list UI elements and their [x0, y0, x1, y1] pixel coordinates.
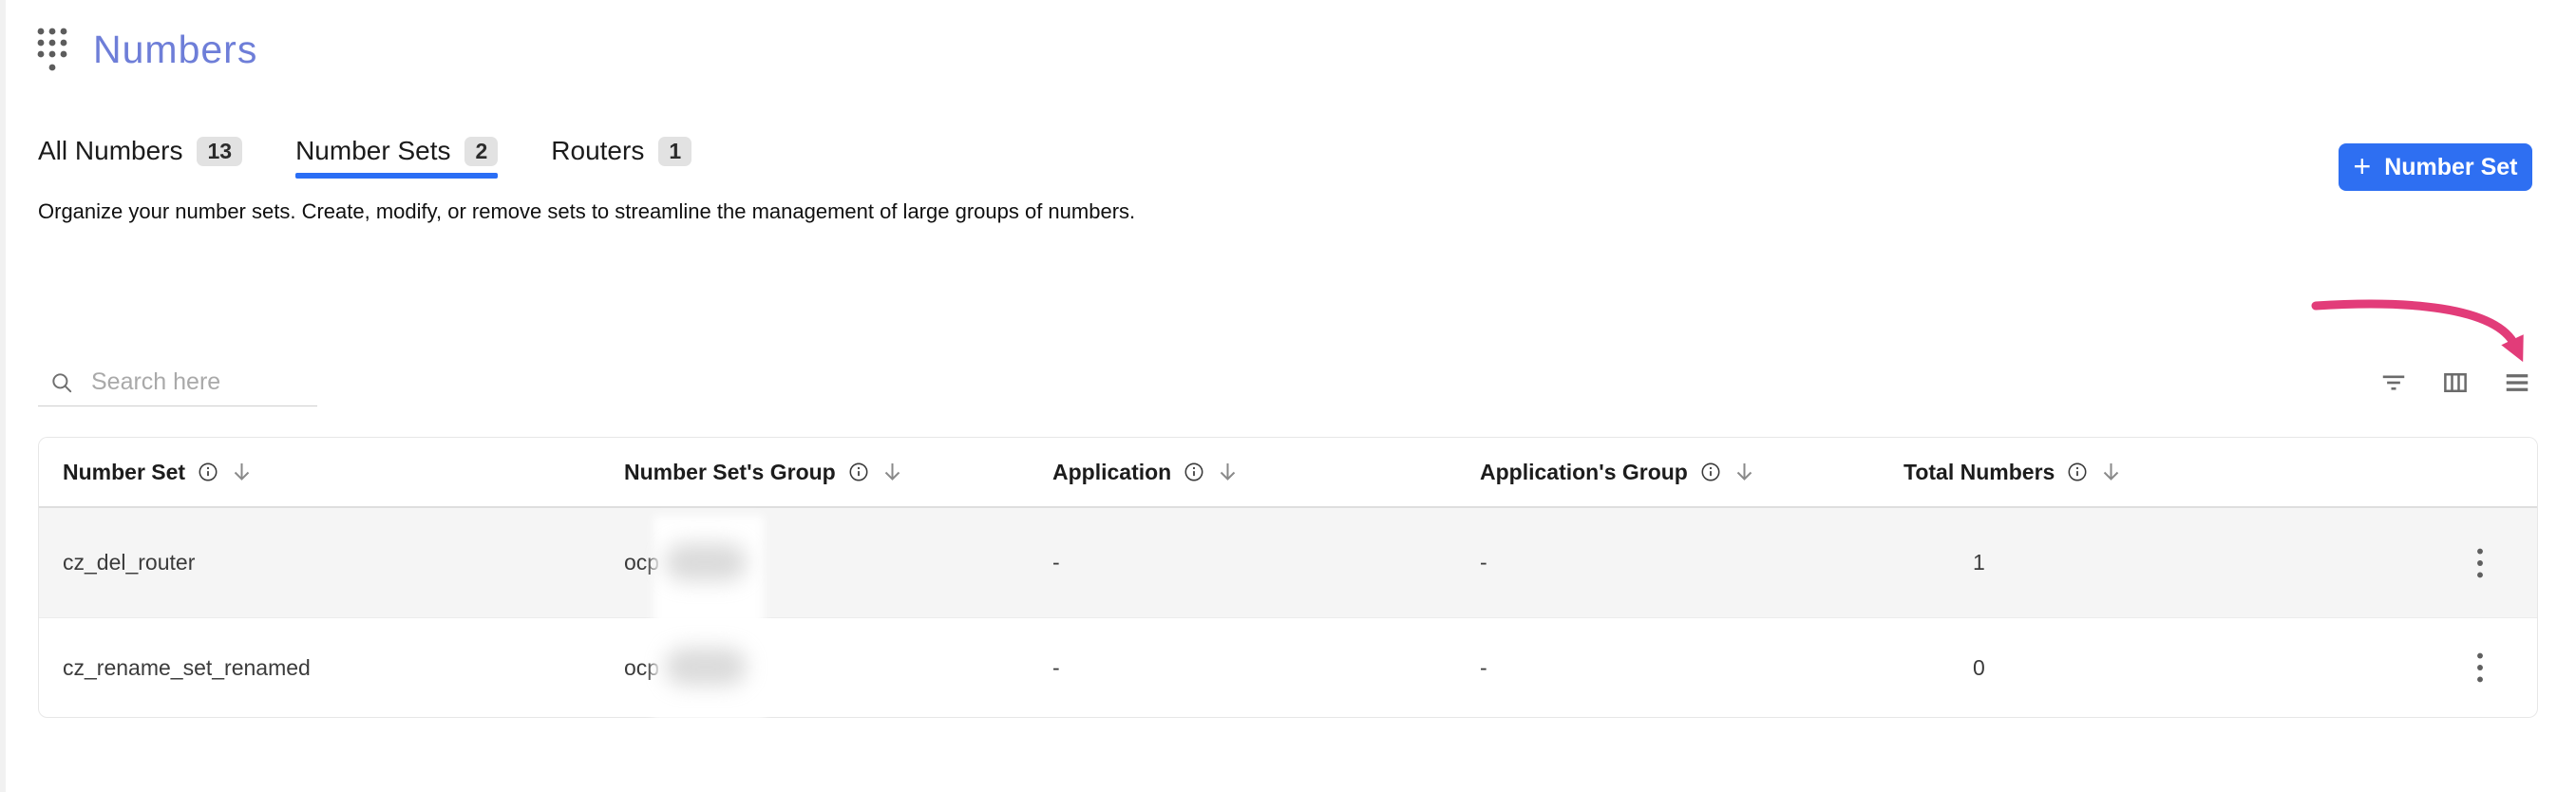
kebab-icon: [2472, 651, 2488, 684]
columns-icon: [2441, 368, 2470, 397]
tab-count-badge: 1: [658, 137, 691, 166]
table-menu-button[interactable]: [2502, 368, 2532, 398]
sort-desc-icon[interactable]: [881, 461, 903, 483]
cell-number-set: cz_del_router: [63, 550, 624, 575]
column-label: Number Set's Group: [624, 460, 836, 485]
column-label: Application: [1052, 460, 1171, 485]
tab-all-numbers[interactable]: All Numbers 13: [38, 129, 242, 173]
cell-total-numbers: 1: [1904, 550, 2423, 575]
column-header-number-sets-group[interactable]: Number Set's Group: [624, 460, 1052, 485]
search-box: [38, 359, 317, 406]
info-icon[interactable]: [848, 462, 869, 482]
column-label: Total Numbers: [1904, 460, 2055, 485]
page-edge-strip: [0, 0, 6, 792]
tab-number-sets[interactable]: Number Sets 2: [295, 129, 498, 173]
sort-desc-icon[interactable]: [2100, 461, 2122, 483]
filter-button[interactable]: [2378, 368, 2409, 398]
sort-desc-icon[interactable]: [1733, 461, 1755, 483]
plus-icon: +: [2354, 151, 2372, 181]
column-header-number-set[interactable]: Number Set: [63, 460, 624, 485]
column-header-application[interactable]: Application: [1052, 460, 1480, 485]
info-icon[interactable]: [1700, 462, 1721, 482]
add-number-set-button[interactable]: + Number Set: [2339, 143, 2532, 191]
column-label: Number Set: [63, 460, 185, 485]
page-description: Organize your number sets. Create, modif…: [38, 199, 1135, 224]
column-label: Application's Group: [1480, 460, 1688, 485]
tab-label: All Numbers: [38, 136, 182, 166]
column-header-total-numbers[interactable]: Total Numbers: [1904, 460, 2423, 485]
filter-icon: [2379, 368, 2408, 397]
page-header: Numbers: [36, 27, 257, 72]
kebab-icon: [2472, 547, 2488, 579]
sort-desc-icon[interactable]: [231, 461, 253, 483]
menu-icon: [2502, 368, 2532, 397]
sort-desc-icon[interactable]: [1217, 461, 1239, 483]
tab-count-badge: 13: [197, 137, 242, 166]
add-number-set-label: Number Set: [2384, 154, 2517, 181]
dialpad-icon: [36, 27, 68, 72]
table-toolbar: [2378, 368, 2532, 398]
info-icon[interactable]: [2067, 462, 2088, 482]
cell-number-set: cz_rename_set_renamed: [63, 655, 624, 681]
columns-button[interactable]: [2440, 368, 2471, 398]
tab-count-badge: 2: [464, 137, 498, 166]
numbers-page: Numbers All Numbers 13 Number Sets 2 Rou…: [0, 0, 2576, 792]
table-row[interactable]: cz_del_router ocp - - 1: [39, 508, 2537, 617]
cell-total-numbers: 0: [1904, 655, 2423, 681]
cell-applications-group: -: [1480, 550, 1904, 575]
cell-application: -: [1052, 655, 1480, 681]
page-title: Numbers: [93, 28, 257, 72]
search-input[interactable]: [91, 368, 300, 396]
redaction-blur: [665, 543, 747, 581]
info-icon[interactable]: [1184, 462, 1204, 482]
row-actions-menu-button[interactable]: [2467, 646, 2493, 689]
tab-label: Routers: [551, 136, 644, 166]
cell-applications-group: -: [1480, 655, 1904, 681]
tab-routers[interactable]: Routers 1: [551, 129, 691, 173]
search-icon: [49, 370, 74, 395]
cell-application: -: [1052, 550, 1480, 575]
number-sets-table: Number Set Number Set's Group: [38, 437, 2538, 718]
column-header-applications-group[interactable]: Application's Group: [1480, 460, 1904, 485]
redaction-blur: [665, 648, 747, 686]
table-header-row: Number Set Number Set's Group: [39, 438, 2537, 508]
tab-label: Number Sets: [295, 136, 450, 166]
table-row[interactable]: cz_rename_set_renamed ocp - - 0: [39, 617, 2537, 717]
tab-bar: All Numbers 13 Number Sets 2 Routers 1: [38, 129, 691, 179]
info-icon[interactable]: [198, 462, 218, 482]
row-actions-menu-button[interactable]: [2467, 541, 2493, 585]
